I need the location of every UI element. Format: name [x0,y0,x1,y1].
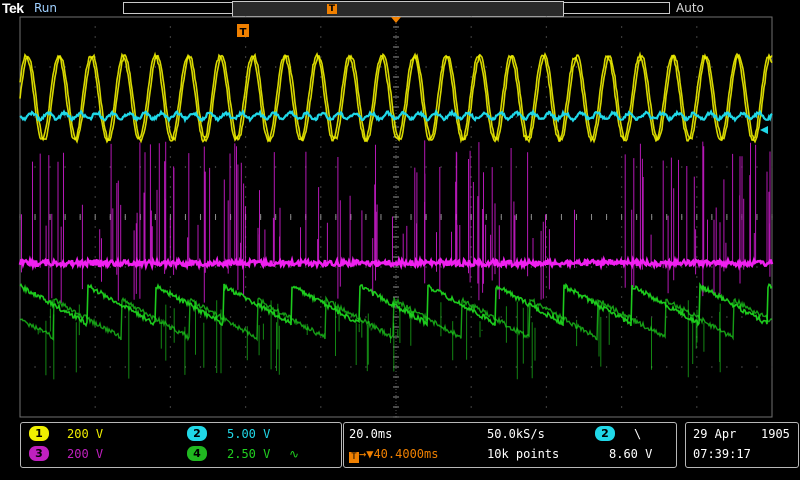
trigger-position-readout: T →▼40.4000ms [349,447,438,463]
trigger-icon: T [349,452,359,463]
ch4-scale: 2.50 V [227,447,271,461]
trigger-position-value: 40.4000ms [373,447,439,461]
trigger-slope-icon: \ [634,427,642,441]
trigger-level: 8.60 V [609,447,653,461]
trigger-time-marker-label: T [240,27,247,38]
graticule [19,16,773,418]
time: 07:39:17 [693,447,751,461]
trigger-arrow-icon: →▼ [359,447,374,461]
time-per-div: 20.0ms [349,427,393,441]
waveform-display: T [18,16,774,418]
ch1-scale: 200 V [67,427,104,441]
ch2-scale: 5.00 V [227,427,271,441]
horizontal-trigger-panel[interactable]: 20.0ms 50.0kS/s 2 \ T →▼40.4000ms 10k poi… [343,422,677,468]
trigger-source-badge[interactable]: 2 [595,426,615,441]
ch2-badge[interactable]: 2 [187,426,207,441]
ch3-badge[interactable]: 3 [29,446,49,461]
record-length: 10k points [487,447,560,461]
date-time-panel[interactable]: 29 Apr 1905 07:39:17 [685,422,799,468]
ch1-marker-label: 1 [4,161,13,174]
ch4-badge[interactable]: 4 [187,446,207,461]
ch3-marker-label: 3 [4,261,13,274]
ch4-marker-label: 4 [4,311,13,324]
ch2-marker-label: 2 [4,212,13,225]
bandwidth-limit-icon: ∿ [289,447,300,461]
sample-rate: 50.0kS/s [487,427,545,441]
year: 1905 [761,427,790,441]
date: 29 Apr [693,427,737,441]
ch3-waveform [18,255,774,272]
trigger-point-marker [391,17,401,23]
ch1-badge[interactable]: 1 [29,426,49,441]
ch2-trigger-level-marker [760,126,768,134]
bottom-readout-bar: 1 200 V 2 5.00 V 3 200 V 4 2.50 V ∿ 20.0… [0,418,800,480]
channel-settings-panel[interactable]: 1 200 V 2 5.00 V 3 200 V 4 2.50 V ∿ [20,422,342,468]
ch3-scale: 200 V [67,447,104,461]
